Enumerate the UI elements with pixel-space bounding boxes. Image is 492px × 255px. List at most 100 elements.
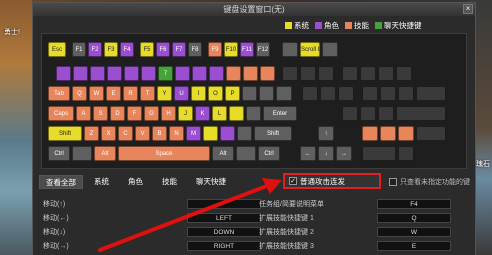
checkbox-box[interactable]	[389, 178, 397, 186]
keyboard-key[interactable]	[242, 86, 257, 101]
keyboard-key[interactable]	[259, 86, 274, 101]
keyboard-key[interactable]: F8	[188, 42, 202, 57]
keyboard-key[interactable]	[338, 86, 354, 101]
keyboard-key[interactable]	[209, 66, 224, 81]
keyboard-key[interactable]: Space	[118, 146, 210, 161]
keyboard-key[interactable]	[362, 86, 378, 101]
keyboard-key[interactable]	[396, 66, 412, 81]
keyboard-key[interactable]: F11	[240, 42, 254, 57]
keyboard-key[interactable]	[246, 106, 261, 121]
keyboard-key[interactable]: H	[161, 106, 176, 121]
keyboard-key[interactable]: Y	[157, 86, 172, 101]
keyboard-key[interactable]	[322, 42, 338, 57]
checkbox-box[interactable]: ✓	[289, 177, 297, 185]
keyboard-key[interactable]: D	[110, 106, 125, 121]
keyboard-key[interactable]	[192, 66, 207, 81]
keyboard-key[interactable]: L	[212, 106, 227, 121]
tab-2[interactable]: 角色	[120, 175, 151, 189]
keyboard-key[interactable]	[282, 66, 298, 81]
keyboard-key[interactable]: Ctrl	[258, 146, 280, 161]
keybinding-value[interactable]: W	[377, 227, 451, 237]
tab-1[interactable]: 系统	[86, 175, 117, 189]
keyboard-key[interactable]	[237, 126, 252, 141]
keybinding-value[interactable]: F4	[377, 199, 451, 209]
keyboard-key[interactable]: F9	[208, 42, 222, 57]
keyboard-key[interactable]: Scroll Lock	[300, 42, 320, 57]
keyboard-key[interactable]: F7	[172, 42, 186, 57]
keyboard-key[interactable]: Z	[84, 126, 99, 141]
keyboard-key[interactable]	[300, 66, 316, 81]
keyboard-key[interactable]	[398, 86, 414, 101]
keyboard-key[interactable]: O	[208, 86, 223, 101]
keyboard-key[interactable]	[342, 106, 358, 121]
keyboard-key[interactable]: ↑	[318, 126, 334, 141]
keyboard-key[interactable]	[229, 106, 244, 121]
keyboard-key[interactable]	[282, 42, 298, 57]
keyboard-key[interactable]	[416, 126, 446, 141]
keyboard-key[interactable]: V	[135, 126, 150, 141]
keyboard-key[interactable]: P	[225, 86, 240, 101]
keyboard-key[interactable]	[378, 106, 394, 121]
tab-3[interactable]: 技能	[154, 175, 185, 189]
tab-4[interactable]: 聊天快捷	[188, 175, 234, 189]
keybinding-value[interactable]: LEFT	[187, 213, 261, 223]
keybinding-value[interactable]	[187, 199, 261, 209]
keyboard-key[interactable]: Caps	[48, 106, 74, 121]
keyboard-key[interactable]	[243, 66, 258, 81]
keyboard-key[interactable]: C	[118, 126, 133, 141]
keyboard-key[interactable]: Alt	[94, 146, 116, 161]
keyboard-key[interactable]: R	[123, 86, 138, 101]
keyboard-key[interactable]	[90, 66, 105, 81]
keyboard-key[interactable]: N	[169, 126, 184, 141]
tab-0[interactable]: 查看全部	[39, 175, 83, 189]
keyboard-key[interactable]: F4	[120, 42, 134, 57]
keyboard-key[interactable]	[396, 106, 446, 121]
keyboard-key[interactable]	[260, 66, 275, 81]
keyboard-key[interactable]	[203, 126, 218, 141]
keyboard-key[interactable]	[107, 66, 122, 81]
keyboard-key[interactable]	[226, 66, 241, 81]
keyboard-key[interactable]: F12	[256, 42, 270, 57]
keyboard-key[interactable]: U	[174, 86, 189, 101]
keyboard-key[interactable]: Alt	[212, 146, 234, 161]
keyboard-key[interactable]: ↓	[318, 146, 334, 161]
keyboard-key[interactable]: F2	[88, 42, 102, 57]
keyboard-key[interactable]	[302, 86, 318, 101]
keyboard-key[interactable]: G	[144, 106, 159, 121]
keyboard-key[interactable]: F6	[156, 42, 170, 57]
keyboard-key[interactable]	[73, 66, 88, 81]
keyboard-key[interactable]	[124, 66, 139, 81]
keybinding-value[interactable]: DOWN	[187, 227, 261, 237]
keyboard-key[interactable]	[360, 106, 376, 121]
close-button[interactable]: ×	[463, 4, 473, 14]
keyboard-key[interactable]: Shift	[254, 126, 292, 141]
keyboard-key[interactable]	[220, 126, 235, 141]
keyboard-key[interactable]: Q	[72, 86, 87, 101]
keybinding-value[interactable]: RIGHT	[187, 241, 261, 251]
keyboard-key[interactable]	[380, 86, 396, 101]
auto-attack-checkbox[interactable]: ✓ 普通攻击连发	[283, 173, 381, 189]
keyboard-key[interactable]	[175, 66, 190, 81]
keyboard-key[interactable]: →	[336, 146, 352, 161]
keyboard-key[interactable]: F10	[224, 42, 238, 57]
keyboard-key[interactable]: F5	[140, 42, 154, 57]
keyboard-key[interactable]	[398, 126, 414, 141]
keyboard-key[interactable]: T	[140, 86, 155, 101]
keyboard-key[interactable]: B	[152, 126, 167, 141]
keyboard-key[interactable]	[416, 86, 446, 101]
keyboard-key[interactable]: Ctrl	[48, 146, 70, 161]
keyboard-key[interactable]	[378, 66, 394, 81]
keybinding-value[interactable]: E	[377, 241, 451, 251]
keyboard-key[interactable]: I	[191, 86, 206, 101]
keyboard-key[interactable]	[56, 66, 71, 81]
keyboard-key[interactable]: Esc	[48, 42, 66, 57]
keyboard-key[interactable]: E	[106, 86, 121, 101]
keyboard-key[interactable]: F3	[104, 42, 118, 57]
keyboard-key[interactable]	[141, 66, 156, 81]
keyboard-key[interactable]	[236, 146, 256, 161]
keyboard-key[interactable]: X	[101, 126, 116, 141]
keyboard-key[interactable]	[276, 86, 292, 101]
keyboard-key[interactable]: Enter	[263, 106, 297, 121]
keyboard-key[interactable]: ←	[300, 146, 316, 161]
keyboard-key[interactable]: Tab	[48, 86, 70, 101]
